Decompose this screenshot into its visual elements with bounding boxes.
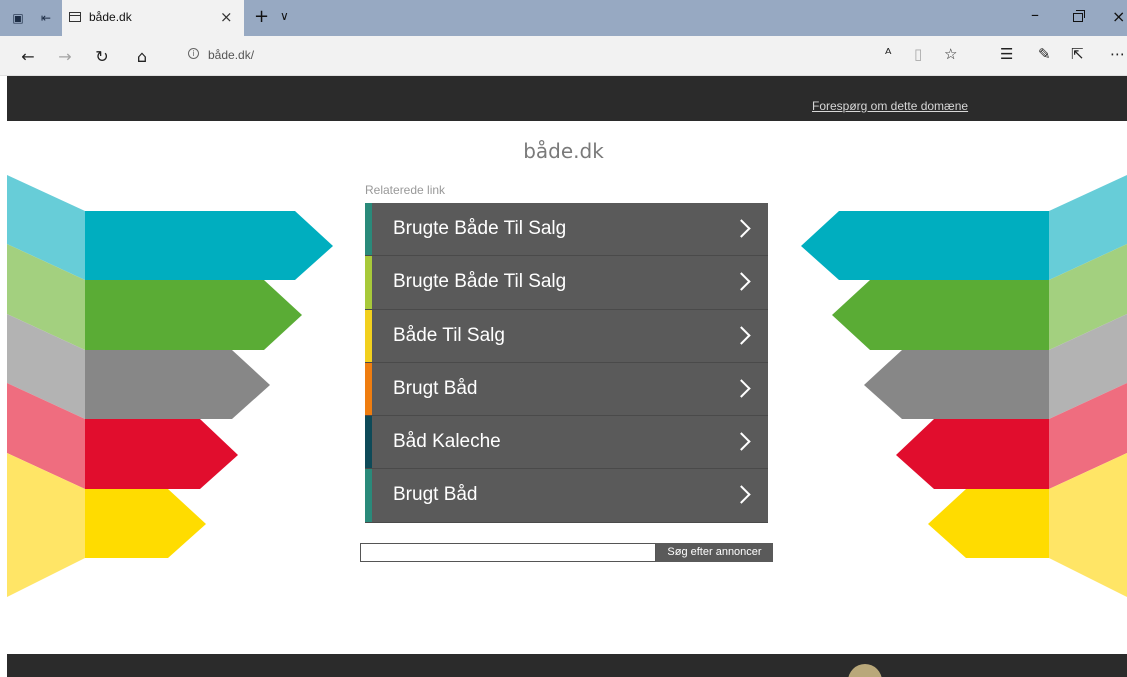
share-icon[interactable]: ⇱: [1071, 45, 1084, 63]
page-footer: [7, 654, 1127, 677]
minimize-icon[interactable]: –: [1031, 5, 1039, 24]
tab-list-chevron-icon[interactable]: ∨: [280, 9, 289, 23]
active-tab[interactable]: både.dk ×: [62, 0, 244, 36]
related-link[interactable]: Både Til Salg: [365, 309, 768, 363]
chevron-right-icon: [732, 272, 751, 291]
chevron-right-icon: [732, 485, 751, 505]
related-link[interactable]: Brugte Både Til Salg: [365, 256, 768, 310]
browser-window: ▣ ⇤ både.dk × + ∨ – × ← → ↻ ⌂ i både.dk/…: [0, 0, 1127, 677]
page-favicon-icon: [69, 12, 81, 22]
related-link[interactable]: Brugte Både Til Salg: [365, 203, 768, 257]
link-color-stripe: [365, 203, 372, 256]
right-teal-arrow: [801, 211, 1049, 280]
chevron-right-icon: [732, 379, 751, 398]
navigation-bar: ← → ↻ ⌂ i både.dk/: [0, 36, 1127, 76]
related-link[interactable]: Båd Kaleche: [365, 416, 768, 470]
url-text[interactable]: både.dk/: [208, 48, 254, 62]
tab-preview-icon[interactable]: ▣: [7, 0, 29, 36]
back-icon[interactable]: ←: [15, 43, 41, 69]
related-link-label[interactable]: Brugt Båd: [393, 378, 478, 400]
favorite-star-icon[interactable]: ☆: [944, 45, 957, 63]
related-link-label[interactable]: Brugt Båd: [393, 484, 478, 506]
home-icon[interactable]: ⌂: [129, 43, 155, 69]
forward-icon[interactable]: →: [52, 43, 78, 69]
link-color-stripe: [365, 362, 372, 416]
right-red-arrow: [896, 419, 1049, 489]
tab-title: både.dk: [89, 10, 132, 24]
tab-close-icon[interactable]: ×: [220, 8, 233, 26]
related-links-label: Relaterede link: [365, 183, 446, 197]
related-link[interactable]: Brugt Båd: [365, 362, 768, 417]
site-title: både.dk: [523, 139, 604, 163]
link-color-stripe: [365, 256, 372, 309]
left-yellow-arrow: [85, 489, 206, 558]
ad-search-button[interactable]: Søg efter annoncer: [656, 543, 773, 562]
right-grey-arrow: [864, 350, 1049, 419]
related-link-label[interactable]: Brugte Både Til Salg: [393, 218, 566, 240]
related-links-list: Brugte Både Til Salg Brugte Både Til Sal…: [365, 203, 768, 523]
chevron-right-icon: [732, 219, 751, 238]
link-color-stripe: [365, 309, 372, 362]
set-aside-tabs-icon[interactable]: ⇤: [35, 0, 57, 36]
read-aloud-icon[interactable]: ᴬ: [885, 45, 891, 63]
reading-view-icon[interactable]: ▯: [914, 45, 922, 63]
ad-search-input[interactable]: [360, 543, 656, 562]
left-red-arrow: [85, 419, 238, 489]
favorites-hub-icon[interactable]: ☰: [1000, 45, 1013, 63]
related-link-label[interactable]: Både Til Salg: [393, 325, 505, 347]
new-tab-icon[interactable]: +: [254, 6, 269, 27]
address-bar[interactable]: i både.dk/: [176, 40, 976, 72]
related-link[interactable]: Brugt Båd: [365, 469, 768, 523]
chevron-right-icon: [732, 432, 751, 451]
tab-strip: ▣ ⇤ både.dk × + ∨ – ×: [0, 0, 1127, 36]
right-green-arrow: [832, 280, 1049, 350]
related-link-label[interactable]: Brugte Både Til Salg: [393, 271, 566, 293]
site-info-icon[interactable]: i: [188, 48, 199, 59]
web-note-icon[interactable]: ✎: [1038, 45, 1051, 63]
link-color-stripe: [365, 416, 372, 469]
left-green-arrow: [85, 280, 302, 350]
refresh-icon[interactable]: ↻: [89, 43, 115, 69]
link-color-stripe: [365, 469, 372, 522]
chevron-right-icon: [732, 325, 751, 345]
left-teal-arrow: [85, 211, 333, 280]
related-link-label[interactable]: Båd Kaleche: [393, 431, 501, 453]
left-grey-arrow: [85, 350, 270, 419]
restore-icon[interactable]: [1073, 10, 1085, 22]
close-window-icon[interactable]: ×: [1112, 7, 1125, 26]
more-icon[interactable]: ⋯: [1110, 45, 1125, 63]
inquiry-link[interactable]: Forespørg om dette domæne: [812, 99, 968, 113]
right-yellow-arrow: [928, 489, 1049, 558]
